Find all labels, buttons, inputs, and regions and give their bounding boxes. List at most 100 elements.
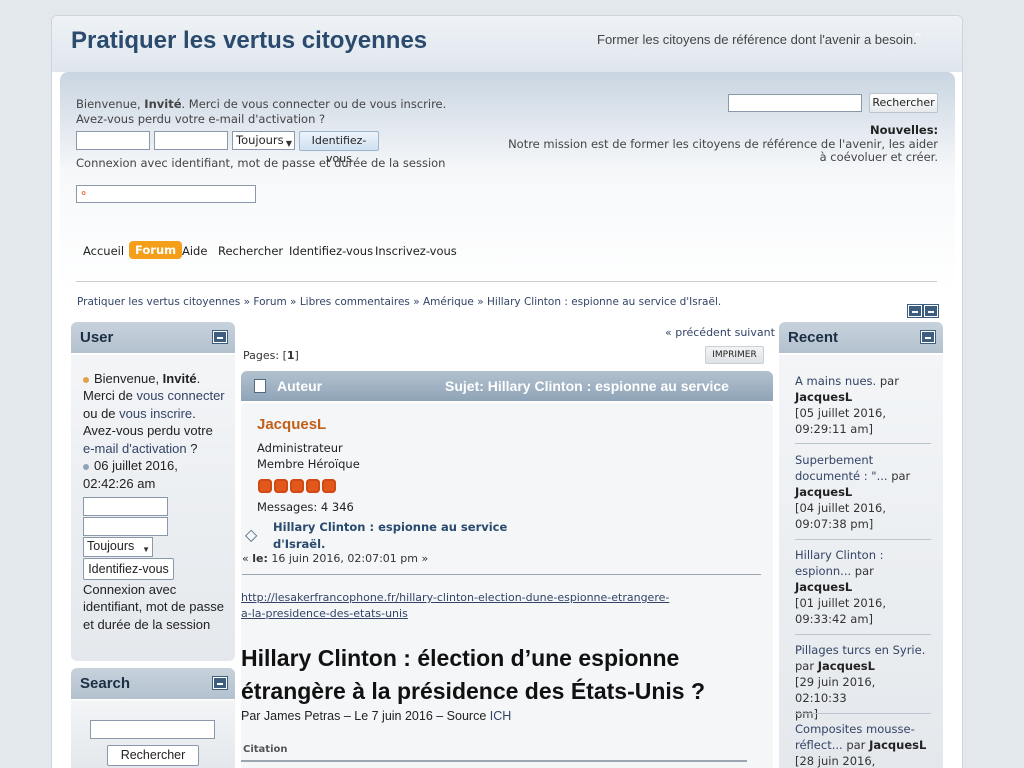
post-subject-link[interactable]: Hillary Clinton : espionne au service d'I… bbox=[273, 519, 507, 553]
page-current[interactable]: 1 bbox=[287, 349, 295, 362]
lost-activation-text: Avez-vous perdu votre bbox=[83, 423, 213, 438]
recent-item: A mains nues. par JacquesL [05 juillet 2… bbox=[795, 374, 899, 436]
site-title[interactable]: Pratiquer les vertus citoyennes bbox=[71, 27, 427, 55]
post-divider bbox=[242, 574, 761, 575]
login-button[interactable]: Identifiez-vous bbox=[299, 131, 379, 165]
guest-label: Invité bbox=[144, 97, 182, 111]
connect-link[interactable]: vous connecter bbox=[136, 388, 224, 403]
panel-duration-select[interactable]: Toujours ▼ bbox=[83, 537, 153, 557]
user-connect-line: Merci de vous connecter bbox=[83, 388, 225, 403]
welcome-text: Bienvenue, Invité. Merci de vous connect… bbox=[76, 97, 447, 111]
recent-item: Pillages turcs en Syrie. par JacquesL [2… bbox=[795, 643, 926, 721]
openid-input[interactable]: ⚬ bbox=[76, 185, 256, 203]
recent-topic-link[interactable]: espionn... bbox=[795, 564, 851, 578]
recent-item: Superbement documenté : "... par Jacques… bbox=[795, 453, 911, 531]
article-heading: Hillary Clinton : élection d’une espionn… bbox=[241, 645, 706, 704]
news-title: Nouvelles: bbox=[870, 123, 939, 137]
breadcrumb-sep: » bbox=[290, 296, 297, 308]
bullet-icon bbox=[83, 376, 89, 383]
recent-topic-link[interactable]: réflect... bbox=[795, 738, 843, 752]
menu-item-aide[interactable]: Aide bbox=[182, 244, 207, 258]
menu-item-identifiez-vous[interactable]: Identifiez-vous bbox=[289, 244, 373, 258]
panel-login-button[interactable]: Identifiez-vous bbox=[83, 558, 174, 580]
recent-author-link[interactable]: JacquesL bbox=[818, 659, 875, 673]
author-role: Administrateur bbox=[257, 441, 343, 455]
breadcrumb: Pratiquer les vertus citoyennes » Forum … bbox=[77, 296, 721, 308]
recent-topic-link[interactable]: Hillary Clinton : bbox=[795, 548, 884, 562]
recent-author-link[interactable]: JacquesL bbox=[795, 485, 852, 499]
recent-topic-link[interactable]: Superbement bbox=[795, 453, 873, 467]
site-tagline: Former les citoyens de référence dont l'… bbox=[597, 32, 917, 47]
user-panel: Bienvenue, Invité. Merci de vous connect… bbox=[71, 355, 235, 661]
panel-password-input[interactable] bbox=[83, 517, 168, 536]
user-register-line: ou de vous inscrire. bbox=[83, 406, 196, 421]
star-icon bbox=[274, 479, 288, 493]
password-input[interactable] bbox=[154, 131, 228, 150]
user-welcome: Bienvenue, Invité. bbox=[83, 370, 200, 388]
panel-search-input[interactable] bbox=[90, 720, 215, 739]
username-input[interactable] bbox=[76, 131, 150, 150]
menu-divider bbox=[76, 281, 937, 282]
recent-topic-link[interactable]: Pillages turcs en Syrie. bbox=[795, 643, 925, 657]
menu-item-inscrivez-vous[interactable]: Inscrivez-vous bbox=[375, 244, 457, 258]
article-link[interactable]: http://lesakerfrancophone.fr/hillary-cli… bbox=[241, 590, 669, 622]
recent-author-link[interactable]: JacquesL bbox=[795, 580, 852, 594]
column-author: Auteur bbox=[277, 378, 323, 394]
panel-help-1: Connexion avec bbox=[83, 582, 177, 597]
panel-search-button[interactable]: Rechercher bbox=[107, 745, 199, 766]
search-panel-title: Search bbox=[71, 668, 235, 699]
recent-item: Composites mousse- réflect... par Jacque… bbox=[795, 722, 927, 768]
breadcrumb-item[interactable]: Forum bbox=[253, 296, 286, 308]
breadcrumb-item[interactable]: Amérique bbox=[423, 296, 474, 308]
collapse-header-icon[interactable]: ⌃ bbox=[912, 32, 928, 46]
star-icon bbox=[290, 479, 304, 493]
session-duration-select[interactable]: Toujours ▼ bbox=[232, 131, 295, 150]
collapse-recent-panel-icon[interactable] bbox=[921, 331, 935, 343]
star-icon bbox=[322, 479, 336, 493]
recent-author-link[interactable]: JacquesL bbox=[869, 738, 926, 752]
recent-topic-link[interactable]: documenté : "... bbox=[795, 469, 888, 483]
column-subject: Sujet: Hillary Clinton : espionne au ser… bbox=[445, 378, 729, 394]
recent-divider bbox=[795, 634, 931, 635]
menu-item-accueil[interactable]: Accueil bbox=[83, 244, 124, 258]
header-search-button[interactable]: Rechercher bbox=[869, 93, 938, 113]
source-link[interactable]: ICH bbox=[490, 709, 512, 723]
topic-navigation[interactable]: « précédent suivant » bbox=[665, 326, 785, 339]
post-author[interactable]: JacquesL bbox=[257, 416, 326, 433]
star-icon bbox=[306, 479, 320, 493]
breadcrumb-item[interactable]: Hillary Clinton : espionne au service d'… bbox=[487, 296, 721, 308]
author-rank: Membre Héroïque bbox=[257, 457, 360, 471]
menu-item-forum[interactable]: Forum bbox=[129, 241, 183, 259]
collapse-user-panel-icon[interactable] bbox=[213, 331, 227, 343]
bullet-icon bbox=[83, 463, 89, 470]
register-link[interactable]: vous inscrire bbox=[119, 406, 192, 421]
chevron-down-icon: ▼ bbox=[142, 545, 150, 554]
search-panel: Rechercher bbox=[71, 700, 235, 768]
login-help-text: Connexion avec identifiant, mot de passe… bbox=[76, 156, 446, 170]
recent-divider bbox=[795, 443, 931, 444]
collapse-right-icon[interactable] bbox=[924, 305, 938, 317]
recent-topic-link[interactable]: Composites mousse- bbox=[795, 722, 915, 736]
header-search-input[interactable] bbox=[728, 94, 862, 112]
article-byline: Par James Petras – Le 7 juin 2016 – Sour… bbox=[241, 709, 512, 723]
panel-username-input[interactable] bbox=[83, 497, 168, 516]
collapse-left-icon[interactable] bbox=[908, 305, 922, 317]
panel-help-3: et durée de la session bbox=[83, 617, 211, 632]
breadcrumb-item[interactable]: Libres commentaires bbox=[300, 296, 410, 308]
post-date: « le: 16 juin 2016, 02:07:01 pm » bbox=[242, 552, 429, 565]
collapse-search-panel-icon[interactable] bbox=[213, 677, 227, 689]
recent-panel-title: Recent bbox=[779, 322, 943, 353]
breadcrumb-item[interactable]: Pratiquer les vertus citoyennes bbox=[77, 296, 240, 308]
lost-activation-link[interactable]: Avez-vous perdu votre e-mail d'activatio… bbox=[76, 112, 325, 126]
menu-item-rechercher[interactable]: Rechercher bbox=[218, 244, 283, 258]
openid-icon: ⚬ bbox=[79, 187, 89, 200]
activation-line: e-mail d'activation ? bbox=[83, 441, 198, 456]
recent-author-link[interactable]: JacquesL bbox=[795, 390, 852, 404]
print-button[interactable]: IMPRIMER bbox=[705, 346, 764, 364]
recent-topic-link[interactable]: A mains nues. bbox=[795, 374, 876, 388]
news-text-1: Notre mission est de former les citoyens… bbox=[508, 137, 938, 151]
activation-link[interactable]: e-mail d'activation bbox=[83, 441, 187, 456]
recent-item: Hillary Clinton : espionn... par Jacques… bbox=[795, 548, 887, 626]
news-text-2: à coévoluer et créer. bbox=[819, 150, 938, 164]
user-panel-title: User bbox=[71, 322, 235, 353]
